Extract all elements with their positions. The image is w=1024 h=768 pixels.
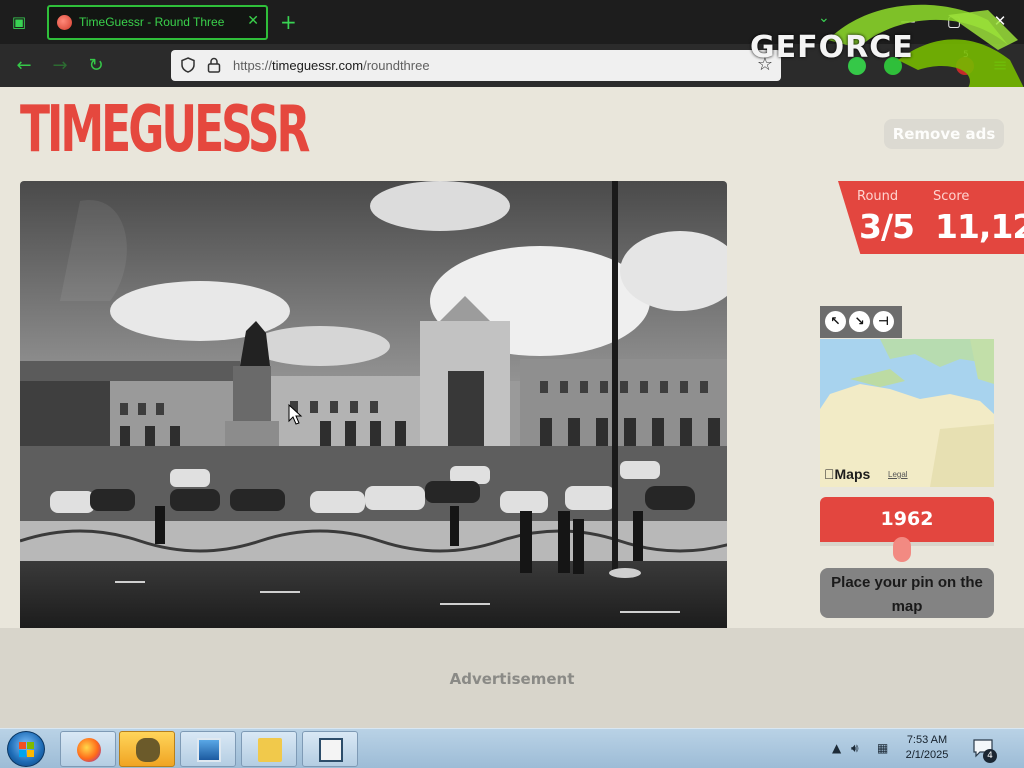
system-clock[interactable]: 7:53 AM 2/1/2025: [897, 733, 957, 763]
year-display: 1962: [820, 497, 994, 542]
round-value: 3/5: [859, 207, 915, 246]
apple-maps-brand: Maps: [824, 466, 870, 482]
clock-date: 2/1/2025: [905, 749, 949, 761]
geforce-overlay: GEFORCE: [748, 0, 1024, 88]
year-slider-thumb[interactable]: [893, 537, 912, 562]
new-tab-button[interactable]: +: [280, 10, 297, 34]
forward-button[interactable]: →: [48, 54, 72, 78]
round-label: Round: [857, 189, 899, 204]
windows-taskbar: ▲ 🔊︎ ▦ 7:53 AM 2/1/2025 4: [0, 728, 1024, 768]
advertisement-area: Advertisement: [0, 628, 1024, 728]
taskbar-firefox[interactable]: [60, 731, 116, 767]
remote-desktop-icon: [197, 738, 221, 762]
firefox-icon: [77, 738, 101, 762]
remove-ads-button[interactable]: Remove ads: [884, 119, 1004, 149]
back-button[interactable]: ←: [12, 54, 36, 78]
taskbar-window[interactable]: [302, 731, 358, 767]
volume-icon[interactable]: 🔊︎: [851, 741, 859, 756]
bee-app-icon: [136, 738, 160, 762]
world-map[interactable]: Maps Legal: [820, 339, 994, 487]
shrink-map-icon[interactable]: ↘: [849, 311, 870, 332]
tab-close-icon[interactable]: ✕: [247, 13, 259, 29]
tab-list-icon[interactable]: ▣: [8, 12, 30, 32]
reload-button[interactable]: ↻: [84, 54, 108, 78]
network-icon[interactable]: ▦: [877, 741, 888, 755]
lock-icon[interactable]: [207, 57, 221, 73]
round-photo: [20, 181, 727, 628]
windows-logo-icon: [19, 742, 34, 757]
notification-badge: 4: [983, 749, 997, 763]
tab-timeguessr[interactable]: TimeGuessr - Round Three ✕: [47, 5, 268, 40]
taskbar-remote-desktop[interactable]: [180, 731, 236, 767]
place-pin-button[interactable]: Place your pin on the map: [820, 568, 994, 618]
map-toolbar: ↖ ↘ ⊣: [820, 306, 902, 338]
folder-icon: [258, 738, 282, 762]
clock-time: 7:53 AM: [906, 734, 948, 746]
show-hidden-icons[interactable]: ▲: [832, 741, 841, 755]
shield-icon[interactable]: [180, 57, 196, 73]
map-legal-link[interactable]: Legal: [888, 470, 908, 479]
page-content: TIMEGUESSR Remove ads Round 3/5 Score 11…: [0, 87, 1024, 628]
score-panel: Round 3/5 Score 11,120: [838, 181, 1024, 254]
tab-title: TimeGuessr - Round Three: [79, 15, 225, 29]
window-icon: [319, 738, 343, 762]
url-text[interactable]: https://timeguessr.com/roundthree: [233, 58, 430, 73]
map-widget[interactable]: ↖ ↘ ⊣ Maps Legal: [820, 306, 994, 487]
timeguessr-favicon-icon: [57, 15, 72, 30]
timeguessr-logo[interactable]: TIMEGUESSR: [20, 98, 310, 162]
expand-map-icon[interactable]: ↖: [825, 311, 846, 332]
advertisement-label: Advertisement: [449, 670, 575, 688]
geforce-logo-text: GEFORCE: [750, 30, 914, 65]
address-bar[interactable]: https://timeguessr.com/roundthree ☆: [171, 50, 781, 81]
score-value: 11,120: [935, 207, 1024, 246]
taskbar-app-bee[interactable]: [119, 731, 175, 767]
taskbar-file-explorer[interactable]: [241, 731, 297, 767]
score-label: Score: [933, 189, 970, 204]
pin-map-icon[interactable]: ⊣: [873, 311, 894, 332]
start-button[interactable]: [7, 731, 45, 767]
round-photo-image: [20, 181, 727, 628]
